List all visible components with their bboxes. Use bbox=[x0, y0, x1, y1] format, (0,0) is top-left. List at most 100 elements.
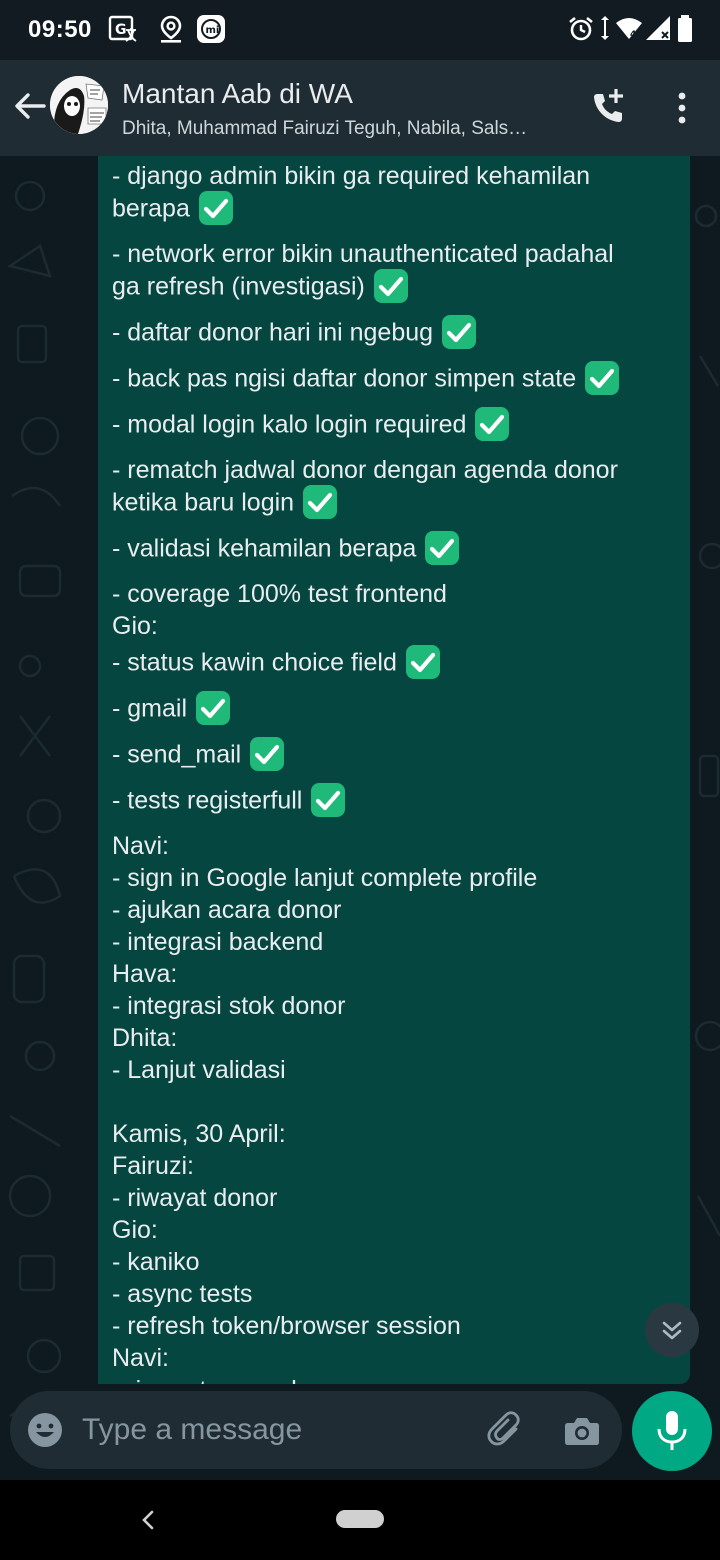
attach-icon[interactable] bbox=[486, 1411, 526, 1451]
message-line: - integrasi backend bbox=[112, 926, 682, 958]
svg-text:G: G bbox=[115, 22, 127, 38]
more-options-icon[interactable] bbox=[670, 90, 694, 126]
message-line-text: - django admin bikin ga required kehamil… bbox=[112, 162, 591, 190]
check-mark-icon bbox=[442, 315, 477, 349]
message-line-text: - integrasi backend bbox=[112, 928, 324, 956]
chat-participants[interactable]: Dhita, Muhammad Fairuzi Teguh, Nabila, S… bbox=[122, 118, 527, 140]
message-line: - ajukan acara donor bbox=[112, 894, 682, 926]
check-mark-icon bbox=[303, 485, 338, 519]
mi-icon: mi bbox=[197, 15, 225, 43]
check-mark-icon bbox=[585, 361, 620, 395]
message-line: - refresh token/browser session bbox=[112, 1310, 682, 1342]
message-line-text: Hava: bbox=[112, 960, 178, 988]
battery-icon bbox=[678, 15, 692, 42]
message-input[interactable]: Type a message bbox=[82, 1413, 302, 1447]
message-line: berapa bbox=[112, 191, 682, 228]
microphone-icon bbox=[657, 1411, 687, 1450]
message-line-text: - ajukan acara donor bbox=[112, 896, 342, 924]
message-line: Hava: bbox=[112, 958, 682, 990]
message-line-text: - gmail bbox=[112, 694, 188, 723]
message-line: Gio: bbox=[112, 1214, 682, 1246]
message-line-text: Kamis, 30 April: bbox=[112, 1120, 286, 1148]
message-line-text: Gio: bbox=[112, 612, 158, 640]
message-line: Navi: bbox=[112, 830, 682, 862]
emoji-icon[interactable] bbox=[26, 1411, 64, 1449]
message-line: Dhita: bbox=[112, 1022, 682, 1054]
message-line-text: - back pas ngisi daftar donor simpen sta… bbox=[112, 364, 577, 393]
message-line: - back pas ngisi daftar donor simpen sta… bbox=[112, 361, 682, 398]
message-line-text: - modal login kalo login required bbox=[112, 410, 467, 439]
message-line: Fairuzi: bbox=[112, 1150, 682, 1182]
translate-icon: G bbox=[108, 15, 137, 42]
message-line-text: - refresh token/browser session bbox=[112, 1312, 461, 1340]
message-line-text: - async tests bbox=[112, 1280, 253, 1308]
data-arrows-icon bbox=[601, 16, 609, 40]
message-line: ketika baru login bbox=[112, 485, 682, 522]
check-mark-icon bbox=[198, 191, 233, 225]
message-line-text: Dhita: bbox=[112, 1024, 178, 1052]
message-line: - kaniko bbox=[112, 1246, 682, 1278]
message-line-text: ketika baru login bbox=[112, 488, 295, 517]
wifi-icon: 4 bbox=[616, 18, 642, 40]
check-mark-icon bbox=[425, 531, 460, 565]
message-bubble[interactable]: - django admin bikin ga required kehamil… bbox=[98, 156, 690, 1384]
message-input-bar: Type a message bbox=[10, 1391, 622, 1469]
message-line-text: - status kawin choice field bbox=[112, 648, 397, 677]
message-line: - status kawin choice field bbox=[112, 645, 682, 682]
message-line: - integrasi stok donor bbox=[112, 990, 682, 1022]
message-line-text: - coverage 100% test frontend bbox=[112, 580, 447, 608]
message-line: Kamis, 30 April: bbox=[112, 1118, 682, 1150]
scroll-down-button[interactable] bbox=[645, 1303, 699, 1357]
svg-text:4: 4 bbox=[630, 30, 636, 40]
check-mark-icon bbox=[373, 269, 408, 303]
check-mark-icon bbox=[311, 783, 346, 817]
message-line-text: - kaniko bbox=[112, 1248, 200, 1276]
message-line-text: Navi: bbox=[112, 1344, 169, 1372]
check-mark-icon bbox=[405, 645, 440, 679]
double-chevron-down-icon bbox=[662, 1321, 682, 1340]
add-call-icon[interactable] bbox=[588, 86, 632, 130]
message-line: - rematch jadwal donor dengan agenda don… bbox=[112, 454, 682, 486]
message-line-text: Navi: bbox=[112, 832, 169, 860]
message-line: - send_mail bbox=[112, 737, 682, 774]
chat-area[interactable]: - django admin bikin ga required kehamil… bbox=[0, 156, 720, 1480]
message-line: Navi: bbox=[112, 1342, 682, 1374]
message-line-text: Gio: bbox=[112, 1216, 158, 1244]
message-line-text: - sign in Google lanjut complete profile bbox=[112, 864, 538, 892]
message-line: Gio: bbox=[112, 610, 682, 642]
status-bar: 09:50 G mi 4 bbox=[0, 0, 720, 60]
message-line: - riwayat donor bbox=[112, 1182, 682, 1214]
message-line: - coverage 100% test frontend bbox=[112, 578, 682, 610]
message-line-text: - send_mail bbox=[112, 740, 242, 769]
group-avatar[interactable] bbox=[50, 76, 108, 134]
message-line: - gmail bbox=[112, 691, 682, 728]
status-time: 09:50 bbox=[28, 16, 92, 43]
nav-home-pill[interactable] bbox=[336, 1510, 384, 1528]
back-arrow-icon[interactable] bbox=[10, 86, 50, 126]
message-line: - riwayat acara donor bbox=[112, 1374, 682, 1384]
message-line: - network error bikin unauthenticated pa… bbox=[112, 238, 682, 270]
chat-title[interactable]: Mantan Aab di WA bbox=[122, 78, 353, 110]
check-mark-icon bbox=[475, 407, 510, 441]
chat-header: Mantan Aab di WA Dhita, Muhammad Fairuzi… bbox=[0, 60, 720, 156]
message-text: - django admin bikin ga required kehamil… bbox=[112, 160, 682, 1384]
check-mark-icon bbox=[250, 737, 285, 771]
message-line: - async tests bbox=[112, 1278, 682, 1310]
message-line-text: - tests registerfull bbox=[112, 786, 303, 815]
alarm-icon bbox=[569, 16, 593, 41]
message-line: - daftar donor hari ini ngebug bbox=[112, 315, 682, 352]
message-line-text: - daftar donor hari ini ngebug bbox=[112, 318, 434, 347]
message-line: ga refresh (investigasi) bbox=[112, 269, 682, 306]
message-line-text: - riwayat acara donor bbox=[112, 1376, 347, 1384]
signal-icon bbox=[646, 16, 670, 40]
message-line-text: - network error bikin unauthenticated pa… bbox=[112, 240, 614, 268]
camera-icon[interactable] bbox=[562, 1411, 602, 1451]
avatar-image bbox=[50, 76, 108, 134]
message-line-text: berapa bbox=[112, 194, 190, 223]
message-line: - django admin bikin ga required kehamil… bbox=[112, 160, 682, 192]
voice-record-button[interactable] bbox=[632, 1391, 712, 1471]
message-line-text: - riwayat donor bbox=[112, 1184, 278, 1212]
nav-back-icon[interactable] bbox=[134, 1502, 162, 1538]
message-line-text: - integrasi stok donor bbox=[112, 992, 346, 1020]
